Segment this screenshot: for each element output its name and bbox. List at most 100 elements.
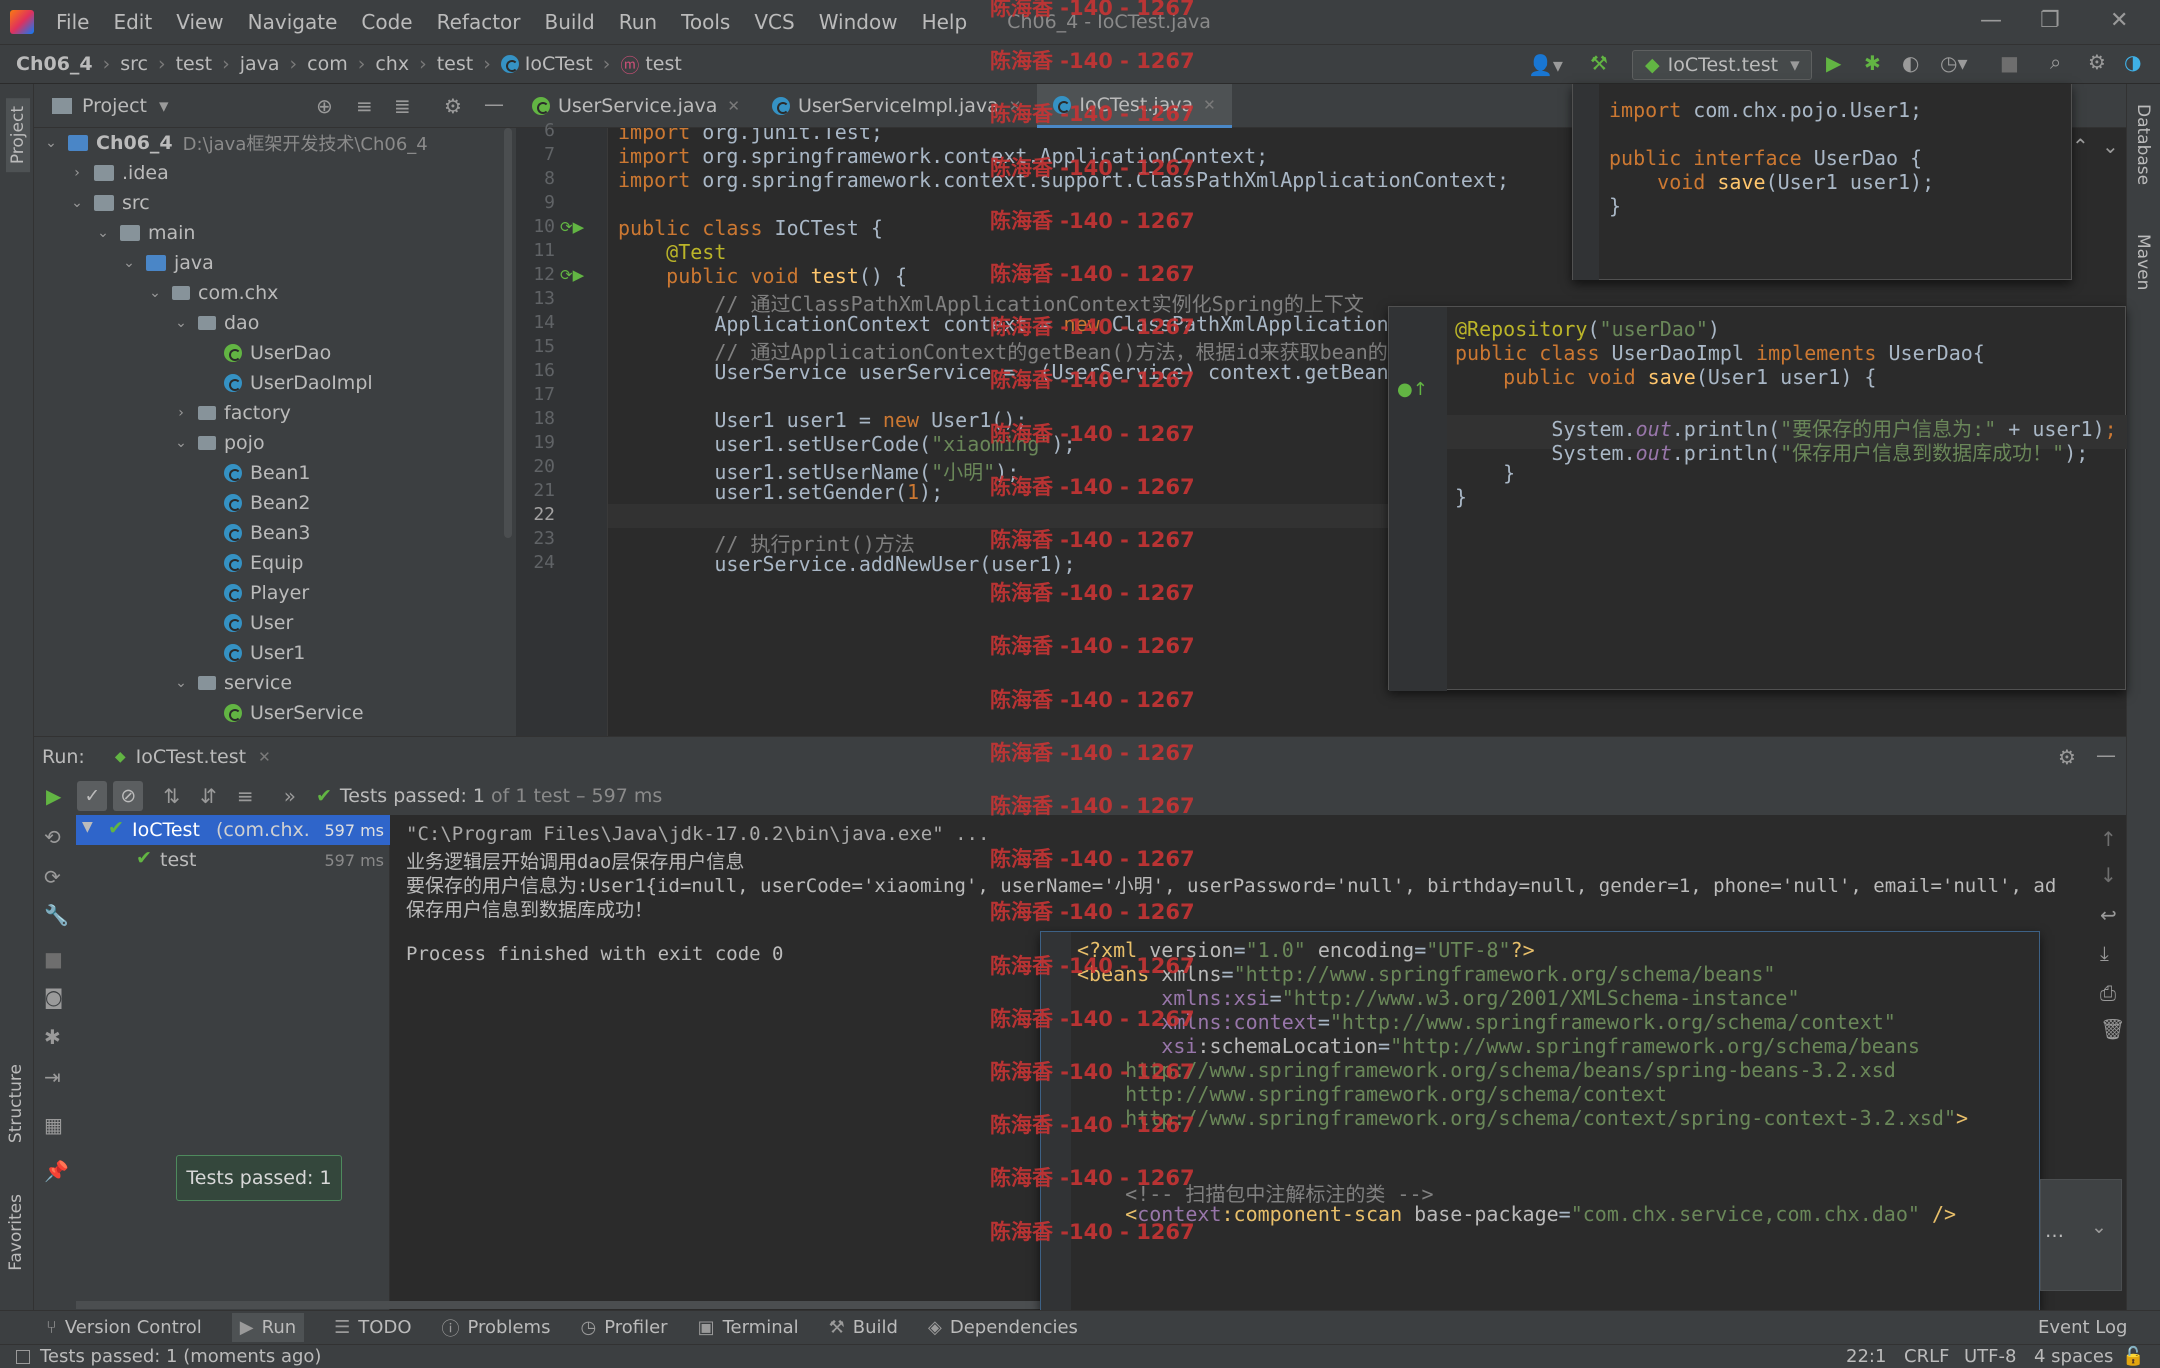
trash-icon[interactable]: 🗑 <box>2100 1017 2125 1041</box>
chevron-down-icon[interactable]: ⌄ <box>172 675 190 691</box>
tree-row[interactable]: Equip <box>34 548 516 578</box>
caret-position[interactable]: 22:1 <box>1846 1346 1886 1367</box>
menu-item-navigate[interactable]: Navigate <box>236 10 350 34</box>
scrollbar[interactable] <box>390 1301 1070 1309</box>
coverage-icon[interactable]: ◐ <box>1902 51 1919 75</box>
favorites-tool-tab[interactable]: Favorites <box>6 1194 26 1271</box>
scroll-to-end-icon[interactable]: ⤓ <box>2100 941 2109 965</box>
menu-item-vcs[interactable]: VCS <box>742 10 806 34</box>
tree-row[interactable]: Bean1 <box>34 458 516 488</box>
jetbrains-toolbox-icon[interactable]: ◑ <box>2124 50 2141 74</box>
close-icon[interactable]: ✕ <box>258 748 271 766</box>
export-icon[interactable]: ⇥ <box>44 1065 61 1089</box>
status-panel-icon[interactable] <box>16 1349 30 1364</box>
camera-icon[interactable]: ◙ <box>44 985 63 1009</box>
bottom-tab-dependencies[interactable]: ◈ Dependencies <box>928 1317 1078 1338</box>
maven-tool-tab[interactable]: Maven <box>2133 234 2153 290</box>
chevron-down-icon[interactable]: ⌄ <box>172 435 190 451</box>
project-tool-tab[interactable]: Project <box>6 98 30 173</box>
stop-icon[interactable]: ■ <box>44 947 63 971</box>
bottom-tab-problems[interactable]: ⓘ Problems <box>442 1315 551 1341</box>
breadcrumb-item[interactable]: java <box>240 53 280 75</box>
menu-item-run[interactable]: Run <box>607 10 669 34</box>
expand-all-icon[interactable]: ≡ <box>237 784 254 808</box>
rerun-failed-icon[interactable]: ⟲ <box>44 825 61 849</box>
status-message[interactable]: Tests passed: 1 (moments ago) <box>40 1346 321 1367</box>
tree-row[interactable]: ⌄ src <box>34 188 516 218</box>
menu-item-help[interactable]: Help <box>910 10 980 34</box>
menu-item-tools[interactable]: Tools <box>669 10 742 34</box>
tree-row[interactable]: ⌄ dao <box>34 308 516 338</box>
breadcrumb-item[interactable]: src <box>120 53 148 75</box>
scrollbar[interactable] <box>76 1301 390 1309</box>
implements-icon[interactable]: ●↑ <box>1397 379 1428 400</box>
run-test-icon[interactable]: ⟳▶ <box>560 266 584 284</box>
menu-item-file[interactable]: File <box>44 10 101 34</box>
menu-item-edit[interactable]: Edit <box>101 10 164 34</box>
tree-row[interactable]: ⌄ Ch06_4 D:\java框架开发技术\Ch06_4 <box>34 128 516 158</box>
chevron-down-icon[interactable]: ⌄ <box>146 285 164 301</box>
search-icon[interactable]: ⌕ <box>2050 50 2061 74</box>
tree-row[interactable]: ⌄ pojo <box>34 428 516 458</box>
bottom-tab-build[interactable]: ⚒ Build <box>829 1317 898 1338</box>
breadcrumb-item[interactable]: com <box>307 53 348 75</box>
chevron-down-icon[interactable]: ⌄ <box>94 225 112 241</box>
wrench-icon[interactable]: 🔧 <box>44 903 69 927</box>
arrow-up-icon[interactable]: ↑ <box>2100 827 2117 851</box>
profile-icon[interactable]: ◷▾ <box>1940 51 1968 75</box>
chevron-down-icon[interactable]: ⌄ <box>68 195 86 211</box>
show-passed-icon[interactable]: ✓ <box>77 781 108 811</box>
tree-row[interactable]: User1 <box>34 638 516 668</box>
scrollbar[interactable] <box>504 128 512 538</box>
build-hammer-icon[interactable]: ⚒ <box>1590 51 1608 75</box>
arrow-down-icon[interactable]: ↓ <box>2100 863 2117 887</box>
restore-icon[interactable]: ❐ <box>2040 8 2060 33</box>
expand-all-icon[interactable]: ≡ <box>356 94 373 118</box>
more-icon[interactable]: » <box>284 784 296 808</box>
soft-wrap-icon[interactable]: ↩ <box>2100 903 2117 927</box>
tree-row[interactable]: Bean3 <box>34 518 516 548</box>
pin-icon[interactable]: 📌 <box>44 1159 69 1183</box>
breadcrumb-item[interactable]: chx <box>375 53 409 75</box>
toggle-auto-test-icon[interactable]: ⟳ <box>44 865 61 889</box>
tree-row[interactable]: UserDaoImpl <box>34 368 516 398</box>
bottom-tab-terminal[interactable]: ▣ Terminal <box>698 1317 799 1338</box>
tree-row[interactable]: UserDao <box>34 338 516 368</box>
tree-row[interactable]: ⌄ java <box>34 248 516 278</box>
chevron-down-icon[interactable]: ⌄ <box>2102 134 2119 158</box>
more-icon[interactable]: … <box>2045 1220 2064 1242</box>
tree-row-selected[interactable]: ▼ ✔ IoCTest (com.chx. 597 ms <box>76 815 390 845</box>
file-encoding[interactable]: UTF-8 <box>1964 1346 2016 1367</box>
show-ignored-icon[interactable]: ⊘ <box>113 781 144 811</box>
minimize-icon[interactable]: — <box>1980 8 2002 33</box>
bottom-tab-profiler[interactable]: ◷ Profiler <box>580 1317 667 1338</box>
chevron-down-icon[interactable]: ⌄ <box>42 135 60 151</box>
chevron-down-icon[interactable]: ⌄ <box>2091 1216 2107 1238</box>
tree-row[interactable]: Player <box>34 578 516 608</box>
structure-tool-tab[interactable]: Structure <box>6 1064 26 1143</box>
breadcrumb-item[interactable]: IoCTest <box>525 53 593 75</box>
print-icon[interactable]: ⎙ <box>2100 981 2116 1005</box>
tree-row[interactable]: ⌄ main <box>34 218 516 248</box>
sort-duration-icon[interactable]: ⇵ <box>200 784 217 808</box>
chevron-down-icon[interactable]: ⌄ <box>120 255 138 271</box>
menu-item-build[interactable]: Build <box>533 10 607 34</box>
bottom-tab-version-control[interactable]: ⑂ Version Control <box>46 1317 202 1338</box>
tree-row[interactable]: User <box>34 608 516 638</box>
run-configuration-select[interactable]: ◆ IoCTest.test ▾ <box>1632 50 1812 80</box>
chevron-up-icon[interactable]: ⌃ <box>2072 134 2089 158</box>
line-separator[interactable]: CRLF <box>1904 1346 1949 1367</box>
tree-row[interactable]: ⌄ com.chx <box>34 278 516 308</box>
tree-row[interactable]: › factory <box>34 398 516 428</box>
project-panel-title[interactable]: Project <box>82 95 147 117</box>
tree-row[interactable]: ⌄ service <box>34 668 516 698</box>
tree-row[interactable]: UserService <box>34 698 516 728</box>
breadcrumb-item[interactable]: test <box>645 53 682 75</box>
debug-icon[interactable]: ✱ <box>44 1025 61 1049</box>
database-tool-tab[interactable]: Database <box>2133 104 2153 185</box>
bottom-tab-todo[interactable]: ☰ TODO <box>334 1317 411 1338</box>
close-icon[interactable]: ✕ <box>2110 8 2128 33</box>
close-icon[interactable]: ✕ <box>1203 96 1216 114</box>
breadcrumb-item[interactable]: test <box>437 53 474 75</box>
chevron-right-icon[interactable]: › <box>172 405 190 421</box>
